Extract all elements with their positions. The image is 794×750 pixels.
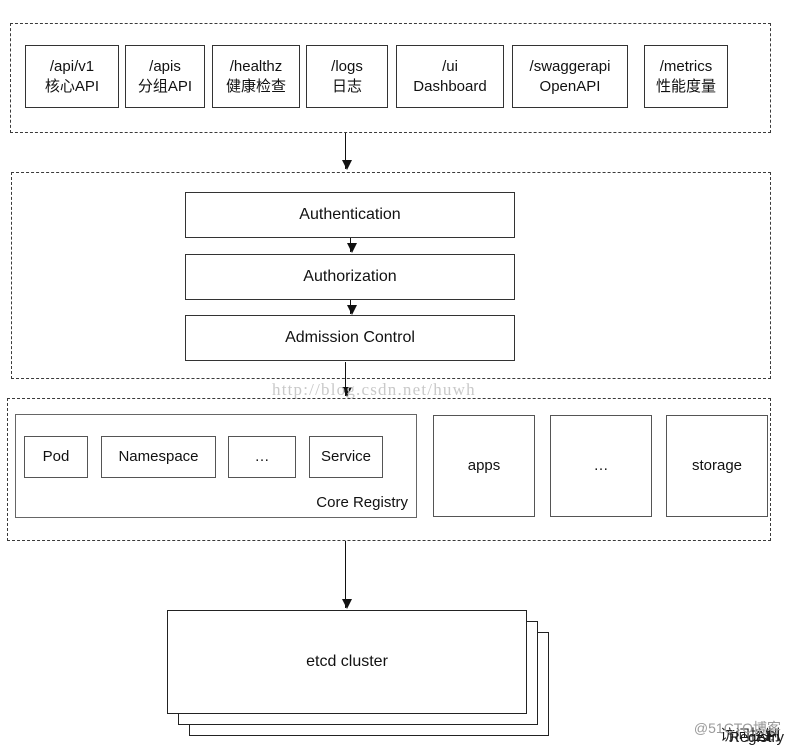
arrow-authentication-to-authorization	[346, 238, 357, 253]
core-registry-label: Core Registry	[316, 494, 408, 511]
registry-item-label: storage	[691, 457, 743, 475]
etcd-cluster-label: etcd cluster	[306, 653, 388, 670]
api-endpoint-box-swaggerapi[interactable]: /swaggerapi OpenAPI	[512, 45, 628, 108]
api-endpoint-desc: 日志	[331, 77, 362, 95]
api-endpoint-path: /api/v1	[49, 58, 95, 76]
registry-item-apps[interactable]: apps	[433, 415, 535, 517]
core-registry-item-service[interactable]: Service	[309, 436, 383, 478]
api-endpoint-desc: Dashboard	[413, 77, 487, 95]
access-control-label: Admission Control	[285, 328, 415, 346]
api-endpoint-desc: OpenAPI	[539, 77, 601, 95]
core-registry-item-namespace[interactable]: Namespace	[101, 436, 216, 478]
api-endpoint-desc: 核心API	[44, 77, 100, 95]
api-endpoint-path: /healthz	[229, 58, 283, 76]
core-registry-item-label: Namespace	[118, 448, 199, 466]
api-endpoint-desc: 分组API	[137, 77, 193, 95]
access-control-label: Authentication	[299, 205, 401, 223]
api-endpoint-path: /logs	[331, 58, 363, 76]
access-control-box-authentication[interactable]: Authentication	[185, 192, 515, 238]
core-registry-item-label: …	[254, 448, 270, 466]
api-endpoint-path: /swaggerapi	[529, 58, 611, 76]
diagram-canvas: /api/v1 核心API /apis 分组API /healthz 健康检查 …	[0, 0, 794, 750]
core-registry-item-ellipsis[interactable]: …	[228, 436, 296, 478]
api-endpoint-desc: 性能度量	[655, 77, 716, 95]
arrow-api-to-access-control	[341, 133, 352, 170]
api-endpoint-path: /ui	[442, 58, 458, 76]
arrow-registry-to-etcd-cluster	[341, 541, 352, 609]
api-endpoint-box-logs[interactable]: /logs 日志	[306, 45, 388, 108]
core-registry-item-pod[interactable]: Pod	[24, 436, 88, 478]
api-endpoint-box-healthz[interactable]: /healthz 健康检查	[212, 45, 300, 108]
api-endpoint-desc: 健康检查	[225, 77, 286, 95]
access-control-label: Authorization	[303, 267, 397, 285]
registry-item-label: …	[593, 457, 609, 475]
registry-item-label: apps	[467, 457, 501, 475]
core-registry-item-label: Service	[320, 448, 372, 466]
arrow-authorization-to-admission-control	[346, 300, 357, 315]
api-endpoint-box-ui[interactable]: /ui Dashboard	[396, 45, 504, 108]
api-endpoint-path: /apis	[149, 58, 181, 76]
etcd-cluster-box[interactable]: etcd cluster	[167, 610, 527, 714]
access-control-box-admission-control[interactable]: Admission Control	[185, 315, 515, 361]
api-endpoint-box-api-v1[interactable]: /api/v1 核心API	[25, 45, 119, 108]
core-registry-item-label: Pod	[42, 448, 70, 466]
access-control-box-authorization[interactable]: Authorization	[185, 254, 515, 300]
registry-item-ellipsis[interactable]: …	[550, 415, 652, 517]
api-endpoint-box-metrics[interactable]: /metrics 性能度量	[644, 45, 728, 108]
watermark-51cto: @51CTO博客	[693, 720, 781, 736]
registry-item-storage[interactable]: storage	[666, 415, 768, 517]
api-endpoint-path: /metrics	[659, 58, 713, 76]
watermark-csdn: http://blog.csdn.net/huwh	[272, 380, 476, 399]
api-endpoint-box-apis[interactable]: /apis 分组API	[125, 45, 205, 108]
